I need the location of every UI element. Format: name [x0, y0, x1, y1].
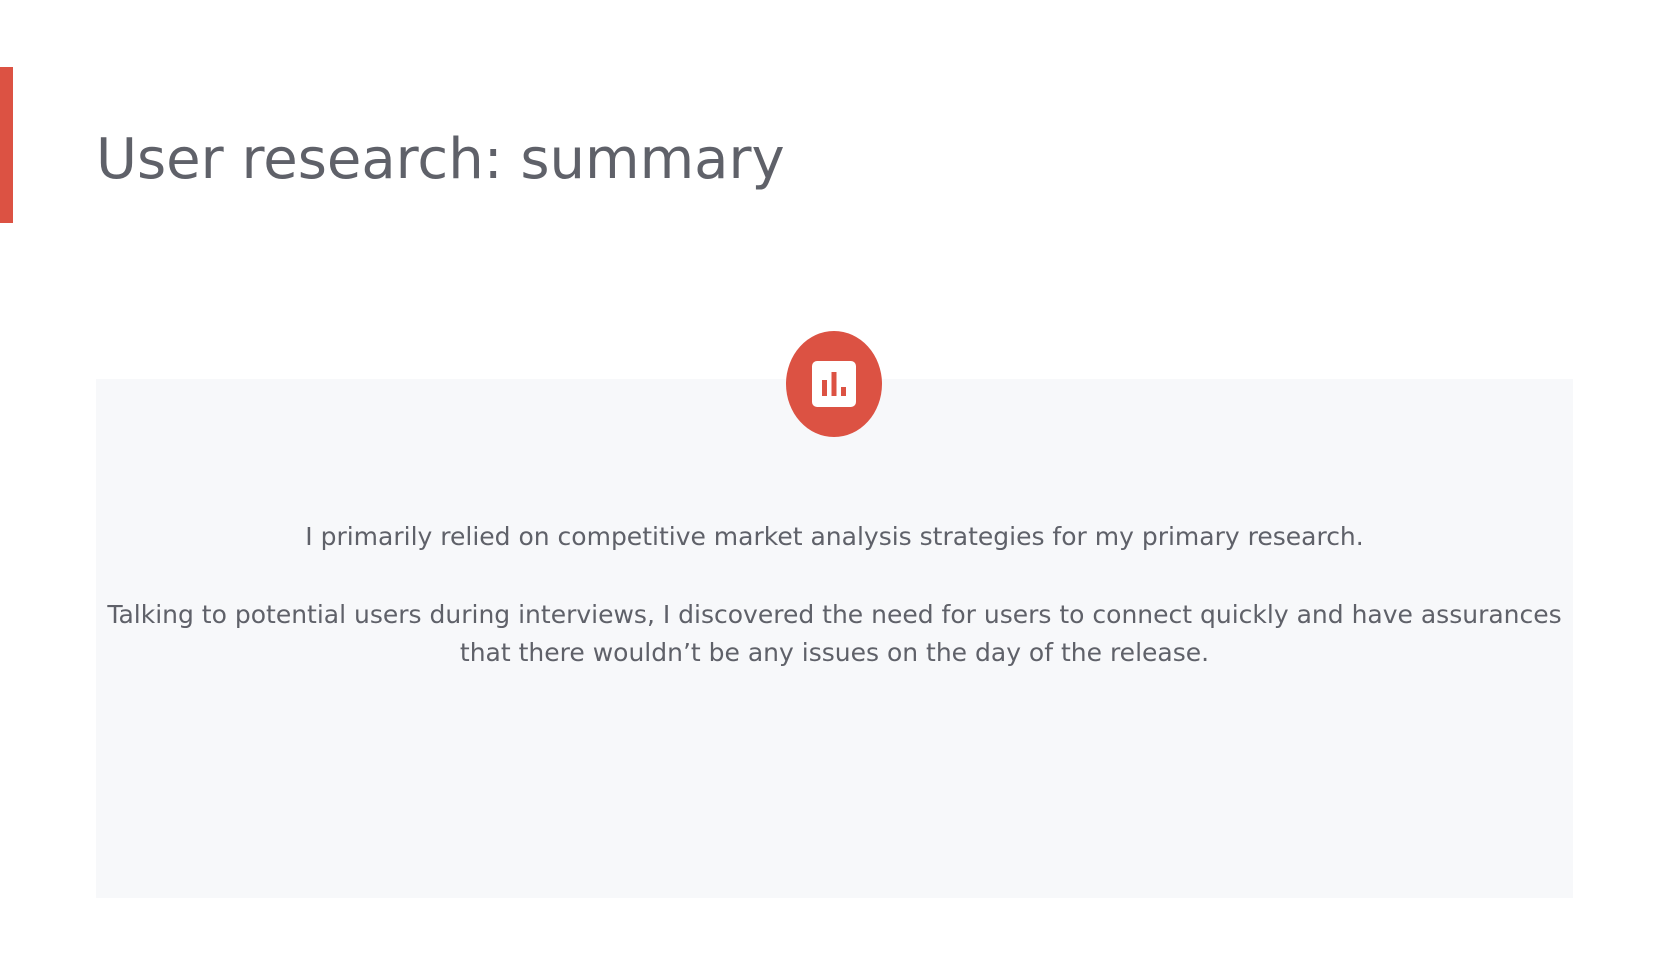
- summary-text: I primarily relied on competitive market…: [96, 518, 1573, 672]
- icon-badge: [786, 331, 882, 437]
- summary-paragraph: I primarily relied on competitive market…: [305, 522, 1364, 551]
- summary-paragraph: Talking to potential users during interv…: [107, 600, 1562, 667]
- page-title: User research: summary: [96, 127, 785, 192]
- bar-chart-icon: [812, 361, 856, 407]
- accent-bar: [0, 67, 13, 223]
